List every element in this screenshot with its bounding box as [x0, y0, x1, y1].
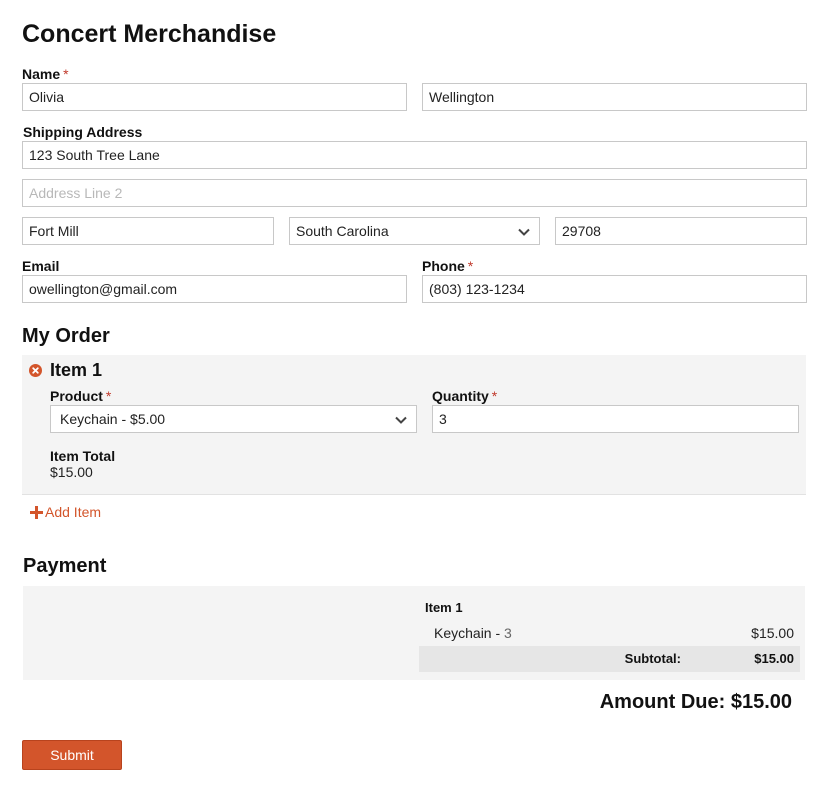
state-select-value: South Carolina	[296, 223, 389, 239]
chevron-down-icon	[518, 228, 530, 236]
chevron-down-icon	[395, 416, 407, 424]
subtotal-label: Subtotal:	[624, 651, 681, 666]
name-label-text: Name	[22, 66, 61, 82]
add-item-button[interactable]: Add Item	[30, 504, 101, 520]
payment-heading: Payment	[23, 555, 107, 577]
first-name-input[interactable]: Olivia	[22, 83, 407, 111]
submit-button[interactable]: Submit	[22, 740, 122, 770]
subtotal-value: $15.00	[754, 651, 794, 666]
item-title: Item 1	[50, 360, 103, 380]
quantity-input[interactable]: 3	[432, 405, 799, 433]
plus-icon	[30, 505, 43, 519]
last-name-input[interactable]: Wellington	[422, 83, 807, 111]
subtotal-row	[419, 646, 800, 672]
quantity-label-text: Quantity	[432, 388, 489, 404]
amount-due: Amount Due: $15.00	[599, 691, 792, 713]
address-line2-input[interactable]: Address Line 2	[22, 179, 807, 207]
phone-label-text: Phone	[422, 258, 465, 274]
email-label: Email	[22, 258, 60, 274]
remove-item-icon[interactable]	[29, 364, 42, 377]
state-select[interactable]: South Carolina	[289, 217, 540, 245]
page-title: Concert Merchandise	[22, 20, 277, 48]
required-mark: *	[63, 66, 69, 82]
address-line1-input[interactable]: 123 South Tree Lane	[22, 141, 807, 169]
shipping-address-label: Shipping Address	[23, 124, 143, 140]
my-order-heading: My Order	[22, 325, 110, 347]
summary-item-title: Item 1	[425, 600, 463, 615]
zip-input[interactable]: 29708	[555, 217, 807, 245]
required-mark: *	[105, 388, 112, 404]
name-label: Name *	[22, 66, 69, 82]
summary-line-qty: 3	[504, 625, 512, 641]
required-mark: *	[467, 258, 474, 274]
email-field[interactable]: owellington@gmail.com	[22, 275, 407, 303]
phone-field[interactable]: (803) 123-1234	[422, 275, 807, 303]
product-select-value: Keychain - $5.00	[60, 411, 166, 427]
quantity-label: Quantity *	[432, 388, 497, 404]
item-total-label: Item Total	[50, 448, 116, 464]
product-label-text: Product	[50, 388, 103, 404]
summary-line-price: $15.00	[751, 625, 794, 641]
summary-line-name: Keychain -	[434, 625, 505, 641]
phone-label: Phone *	[422, 258, 473, 274]
add-item-label: Add Item	[45, 504, 102, 520]
summary-line-item: Keychain - 3	[434, 625, 512, 641]
city-input[interactable]: Fort Mill	[22, 217, 274, 245]
item-total-value: $15.00	[50, 464, 93, 480]
required-mark: *	[491, 388, 498, 404]
product-label: Product *	[50, 388, 111, 404]
product-select[interactable]: Keychain - $5.00	[50, 405, 417, 433]
